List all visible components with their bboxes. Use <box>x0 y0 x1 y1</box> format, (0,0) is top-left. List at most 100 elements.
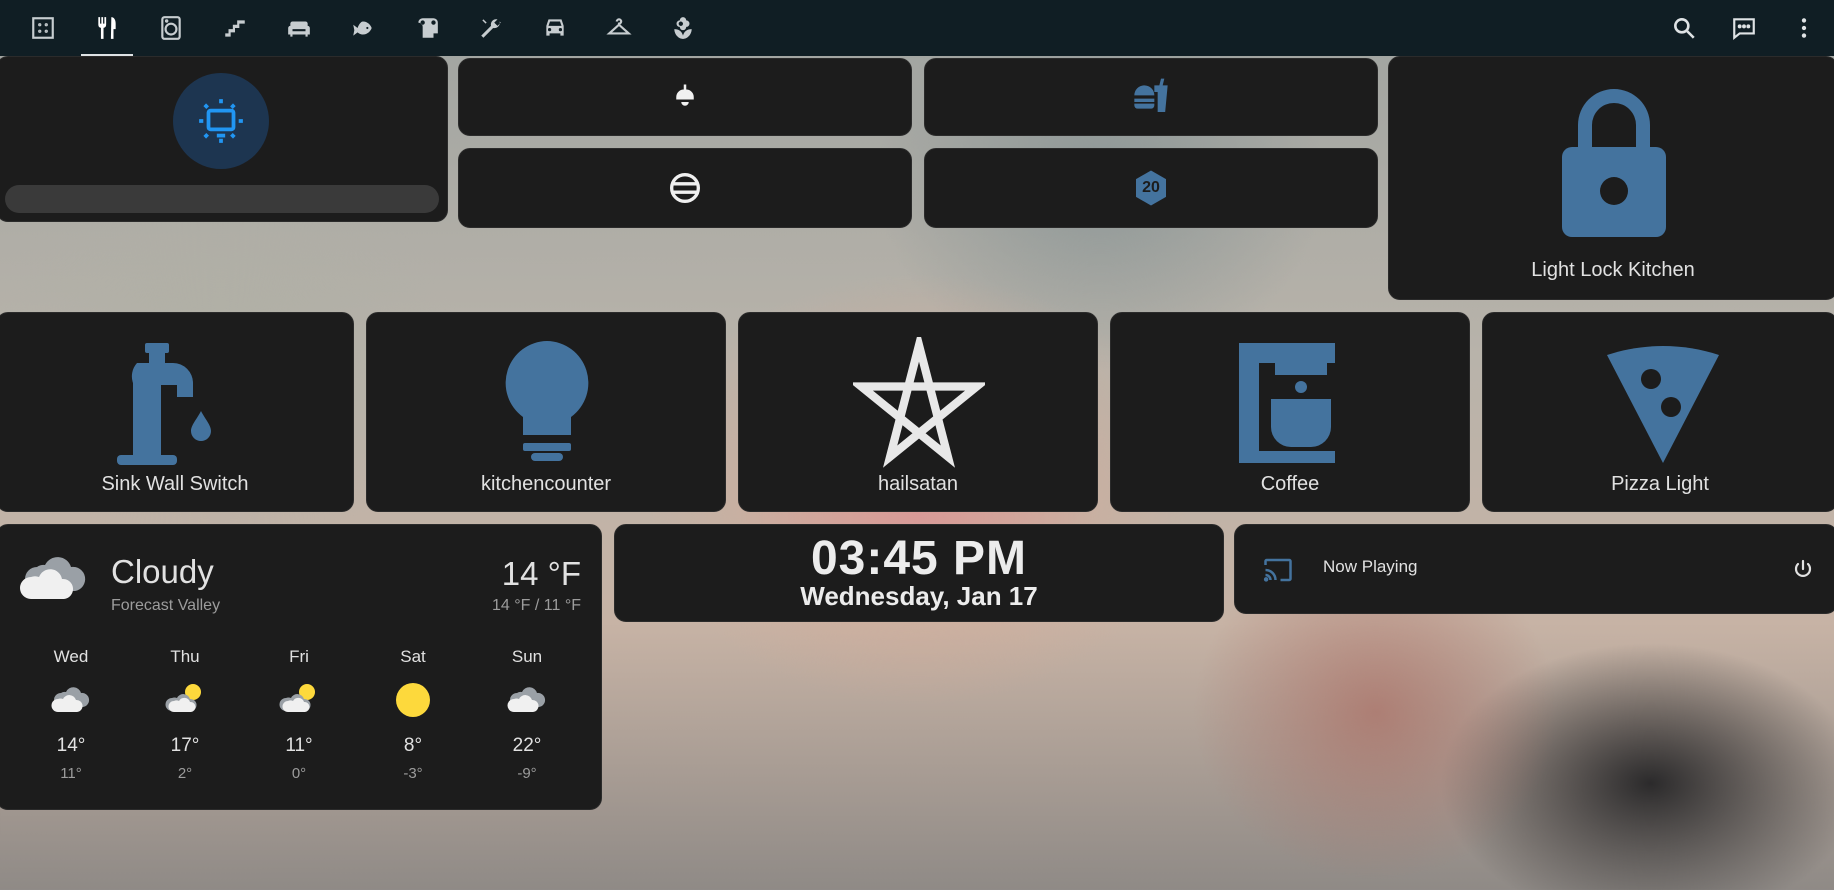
button-hailsatan[interactable]: hailsatan <box>738 312 1098 512</box>
hexagon-number-icon: 20 <box>1131 168 1171 208</box>
wrench-icon <box>481 19 501 38</box>
lock-label: Light Lock Kitchen <box>1531 259 1695 281</box>
forecast-low: -9° <box>517 765 537 782</box>
overflow-menu-button[interactable] <box>1774 0 1834 56</box>
button-coffee[interactable]: Coffee <box>1110 312 1470 512</box>
cloudy-icon <box>51 687 90 712</box>
top-actions <box>1654 0 1834 56</box>
monitor-shimmer-icon <box>199 99 243 143</box>
forecast-day-name: Sat <box>400 647 426 666</box>
forecast-day: Fri 11° 0° <box>261 647 337 782</box>
tab-kitchen[interactable] <box>75 0 139 56</box>
forecast-day: Sat 8° -3° <box>375 647 451 782</box>
tab-garden[interactable] <box>651 0 715 56</box>
forecast-day: Sun 22° -9° <box>489 647 565 782</box>
button-label: kitchencounter <box>480 473 612 495</box>
food-icon <box>1134 78 1168 112</box>
button-pizza-light[interactable]: Pizza Light <box>1482 312 1834 512</box>
forecast-day: Wed 14° 11° <box>33 647 109 782</box>
top-app-bar <box>0 0 1834 56</box>
button-sink-wall-switch[interactable]: Sink Wall Switch <box>0 312 354 512</box>
car-icon <box>546 19 564 36</box>
toilet-paper-icon <box>418 18 438 38</box>
globe-light-icon <box>670 173 700 203</box>
weather-forecast-card[interactable]: Cloudy Forecast Valley 14 °F 14 °F / 11 … <box>0 524 602 810</box>
button-label: hailsatan <box>877 473 959 495</box>
weather-state: Cloudy <box>111 553 214 590</box>
assist-button[interactable] <box>1714 0 1774 56</box>
tv-slider[interactable] <box>5 185 439 213</box>
forecast-low: -3° <box>403 765 423 782</box>
forecast-day-name: Sun <box>511 647 543 666</box>
forecast-high: 22° <box>512 735 542 756</box>
tab-closet[interactable] <box>587 0 651 56</box>
flower-icon <box>674 17 692 39</box>
button-label: Coffee <box>1260 473 1320 495</box>
weather-location: Forecast Valley <box>111 597 221 614</box>
cast-icon <box>1263 558 1292 582</box>
button-label: Pizza Light <box>1611 473 1709 495</box>
washing-machine-icon <box>161 16 181 40</box>
weather-temperature: 14 °F <box>501 555 581 592</box>
forecast-day: Thu 17° 2° <box>147 647 223 782</box>
tab-laundry[interactable] <box>139 0 203 56</box>
lock-tile[interactable]: Light Lock Kitchen <box>1388 56 1834 300</box>
tab-living-room[interactable] <box>267 0 331 56</box>
tile-food[interactable] <box>924 58 1378 136</box>
pizza-icon <box>1607 346 1719 463</box>
forecast-high: 8° <box>403 735 423 756</box>
silverware-icon <box>98 17 116 39</box>
clock-card: 03:45 PM Wednesday, Jan 17 <box>614 524 1224 622</box>
search-icon <box>1674 18 1695 39</box>
button-kitchencounter[interactable]: kitchencounter <box>366 312 726 512</box>
stairs-icon <box>225 20 245 37</box>
assist-icon <box>1733 18 1755 41</box>
ceiling-light-icon <box>676 84 694 106</box>
weather-hi-lo: 14 °F / 11 °F <box>492 597 581 614</box>
forecast-high: 17° <box>170 735 200 756</box>
partly-cloudy-icon <box>279 684 315 712</box>
power-button[interactable] <box>1785 552 1821 588</box>
media-player-card[interactable]: Now Playing <box>1234 524 1834 614</box>
tile-badge[interactable]: 20 <box>924 148 1378 228</box>
search-button[interactable] <box>1654 0 1714 56</box>
faucet-icon <box>117 343 211 465</box>
forecast-day-name: Thu <box>170 647 200 666</box>
menu-dots-icon <box>1801 18 1807 38</box>
pentagram-icon <box>853 337 985 468</box>
tab-bathroom[interactable] <box>395 0 459 56</box>
tile-globe[interactable] <box>458 148 912 228</box>
forecast-high: 14° <box>56 735 86 756</box>
forecast-low: 2° <box>177 765 193 782</box>
sunny-icon <box>396 683 430 717</box>
tab-stairs[interactable] <box>203 0 267 56</box>
tab-utility[interactable] <box>459 0 523 56</box>
sofa-icon <box>288 21 310 37</box>
tab-garage[interactable] <box>523 0 587 56</box>
floorplan-icon <box>32 17 54 39</box>
forecast-low: 0° <box>291 765 307 782</box>
tv-icon-circle[interactable] <box>173 73 269 169</box>
hexagon-number: 20 <box>1142 179 1160 196</box>
hanger-icon <box>606 18 632 35</box>
forecast-low: 11° <box>60 765 82 782</box>
tab-floorplan[interactable] <box>11 0 75 56</box>
power-icon <box>1794 559 1812 577</box>
view-tabs <box>11 0 715 56</box>
coffee-maker-icon <box>1239 343 1335 463</box>
fish-icon <box>353 21 372 36</box>
button-label: Sink Wall Switch <box>101 473 249 495</box>
forecast-day-name: Wed <box>53 647 89 666</box>
forecast-high: 11° <box>285 735 313 756</box>
lightbulb-icon <box>505 341 589 461</box>
cloudy-icon <box>20 557 86 599</box>
forecast-day-name: Fri <box>289 647 309 666</box>
now-playing-label: Now Playing <box>1323 557 1418 576</box>
cloudy-icon <box>507 687 546 712</box>
tab-aquarium[interactable] <box>331 0 395 56</box>
partly-cloudy-icon <box>165 684 201 712</box>
tile-pendant-lamp[interactable] <box>458 58 912 136</box>
clock-date: Wednesday, Jan 17 <box>800 581 1038 611</box>
clock-time: 03:45 PM <box>810 532 1028 585</box>
tv-tile[interactable] <box>0 56 448 222</box>
